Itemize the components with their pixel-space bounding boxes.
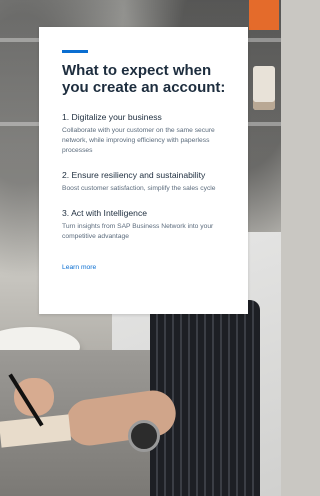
learn-more-link[interactable]: Learn more — [62, 263, 96, 273]
accent-bar — [62, 50, 88, 53]
orange-object — [249, 0, 279, 30]
benefit-description: Boost customer satisfaction, simplify th… — [62, 185, 216, 192]
benefit-description: Collaborate with your customer on the sa… — [62, 127, 215, 154]
card-title: What to expect when you create an accoun… — [62, 62, 226, 96]
benefit-heading: 2. Ensure resiliency and sustainability — [62, 170, 206, 180]
account-benefits-card: What to expect when you create an accoun… — [39, 27, 248, 314]
benefit-item-intelligence: 3. Act with Intelligence Turn insights f… — [62, 208, 227, 242]
wristwatch — [128, 420, 160, 452]
benefit-item-resiliency: 2. Ensure resiliency and sustainability … — [62, 170, 227, 194]
benefit-item-digitalize: 1. Digitalize your business Collaborate … — [62, 112, 227, 156]
benefit-heading: 3. Act with Intelligence — [62, 208, 148, 218]
jar — [253, 66, 275, 110]
benefit-description: Turn insights from SAP Business Network … — [62, 223, 214, 240]
benefit-heading: 1. Digitalize your business — [62, 112, 162, 122]
